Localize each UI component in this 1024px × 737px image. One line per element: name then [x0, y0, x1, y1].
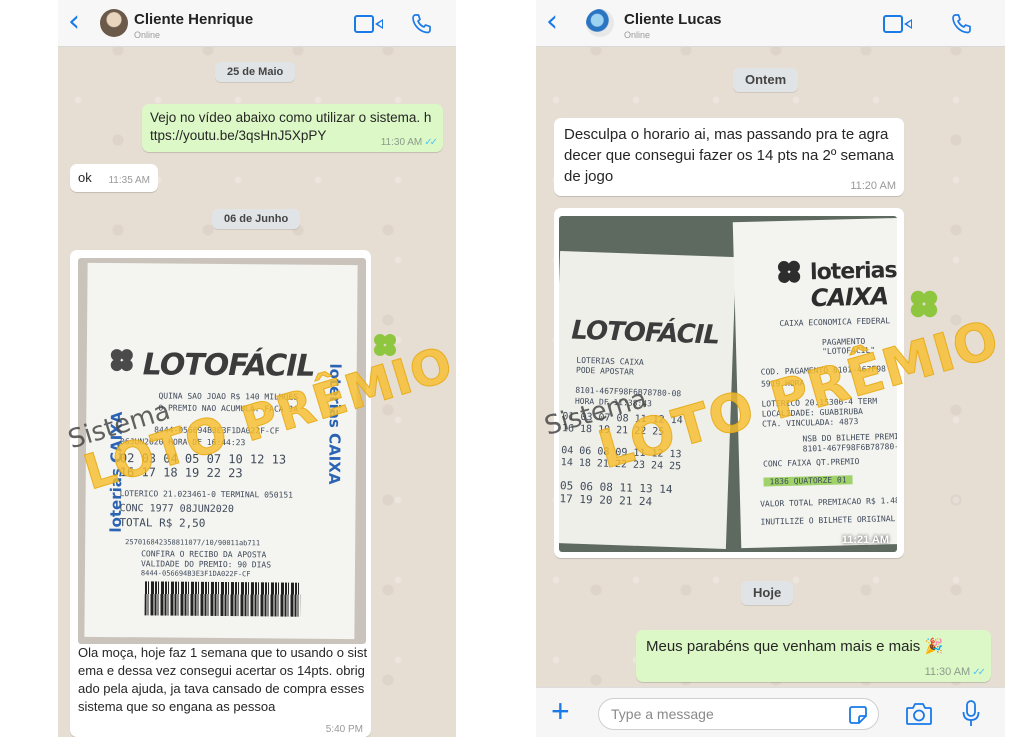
- ticket-photo[interactable]: LOTOFÁCIL LOTERIAS CAIXA PODE APOSTAR 81…: [559, 216, 897, 552]
- ticket-line: CTA. VINCULADA: 4873: [761, 417, 859, 429]
- ticket-line: 8101-467F98F6B78780-: [802, 442, 897, 454]
- ticket-line: "LOTOFACIL": [822, 345, 876, 356]
- ticket-numbers: 16 18 19 21 22 25: [561, 423, 665, 438]
- photo-time: 11:21 AM: [841, 534, 889, 546]
- lottery-ticket: LOTOFÁCIL loterias CAIXA loterias CAIXA …: [84, 262, 358, 640]
- date-separator: Hoje: [741, 581, 794, 605]
- ticket-line: 8444-056694B3E3F1DA022F-CF: [140, 569, 251, 579]
- message-incoming-photo[interactable]: LOTOFÁCIL LOTERIAS CAIXA PODE APOSTAR 81…: [554, 208, 904, 558]
- message-outgoing[interactable]: Vejo no vídeo abaixo como utilizar o sis…: [142, 104, 443, 152]
- phone-icon[interactable]: [950, 12, 974, 36]
- ticket-brand: loterias: [809, 258, 897, 286]
- ticket-line: CONFIRA O RECIBO DA APOSTA: [141, 549, 267, 560]
- ticket-line: CONC FAIXA QT.PREMIO: [762, 457, 860, 469]
- message-incoming[interactable]: ok 11:35 AM: [70, 164, 158, 192]
- message-incoming[interactable]: Desculpa o horario ai, mas passando pra …: [554, 118, 904, 196]
- clover-logo-icon: [777, 260, 801, 283]
- message-time: 11:20 AM: [850, 180, 896, 192]
- date-separator: 06 de Junho: [212, 209, 301, 229]
- chevron-left-icon[interactable]: ‹: [68, 7, 84, 37]
- message-time: 5:40 PM: [325, 724, 363, 735]
- lottery-ticket: loterias CAIXA CAIXA ECONOMICA FEDERAL P…: [732, 217, 897, 549]
- contact-status: Online: [624, 30, 651, 40]
- video-call-icon[interactable]: [354, 15, 384, 33]
- ticket-brand: LOTOFÁCIL: [570, 315, 720, 351]
- message-outgoing[interactable]: Meus parabéns que venham mais e mais 🎉 1…: [636, 630, 991, 682]
- message-time: 11:35 AM: [108, 175, 150, 186]
- barcode: [144, 581, 301, 617]
- video-call-icon[interactable]: [883, 15, 913, 33]
- ticket-numbers: 17 19 20 21 24: [559, 492, 653, 509]
- avatar[interactable]: [100, 9, 128, 37]
- message-text: Desculpa o horario ai, mas passando pra …: [564, 126, 894, 185]
- ticket-line: O PREMIO NAO ACUMULA. FACA JA: [158, 403, 299, 414]
- ticket-line: VALOR TOTAL PREMIACAO R$ 1.483,: [760, 495, 897, 509]
- ticket-line: 257016842358811077/10/90011ab711: [125, 538, 261, 548]
- chat-window-lucas: ‹ Cliente Lucas Online Ontem Desculpa o …: [536, 0, 1005, 737]
- ticket-line: VALIDADE DO PREMIO: 90 DIAS: [140, 559, 272, 570]
- clover-icon: [910, 290, 938, 318]
- ticket-brand: LOTOFÁCIL: [142, 347, 315, 384]
- ticket-numbers: 02 03 04 05 07 10 12 13: [119, 451, 287, 467]
- chat-header: ‹ Cliente Lucas Online: [536, 0, 1005, 47]
- ticket-highlight: 1836 QUATORZE 01: [763, 475, 853, 487]
- message-composer: +: [536, 687, 1005, 737]
- ticket-line: LOTERICO 21.023461-0 TERMINAL 050151: [119, 489, 294, 500]
- message-incoming-photo[interactable]: LOTOFÁCIL loterias CAIXA loterias CAIXA …: [70, 250, 371, 737]
- ticket-brand: CAIXA: [810, 282, 889, 313]
- contact-name[interactable]: Cliente Henrique: [134, 11, 253, 28]
- avatar[interactable]: [586, 9, 614, 37]
- ticket-line: COD. PAGAMENTO 8101-467F98: [760, 364, 887, 377]
- chat-header: ‹ Cliente Henrique Online: [58, 0, 456, 47]
- contact-name[interactable]: Cliente Lucas: [624, 11, 722, 28]
- camera-icon[interactable]: [905, 701, 933, 727]
- message-time: 11:30 AM ✓✓: [380, 137, 438, 148]
- date-separator: Ontem: [733, 68, 799, 92]
- message-text: Meus parabéns que venham mais e mais 🎉: [646, 638, 944, 655]
- ticket-line: TOTAL R$ 2,50: [119, 516, 206, 530]
- message-time: 11:30 AM ✓✓: [924, 666, 986, 678]
- chat-window-henrique: ‹ Cliente Henrique Online 25 de Maio Vej…: [58, 0, 456, 737]
- ticket-line: CONC 1977 08JUN2020: [119, 503, 234, 516]
- microphone-icon[interactable]: [961, 699, 981, 729]
- ticket-numbers: 16 17 18 19 22 23: [119, 465, 243, 481]
- ticket-line: 5919 HORA: [760, 378, 805, 389]
- ticket-line: PODE APOSTAR: [575, 365, 634, 377]
- ticket-side-brand: loterias CAIXA: [325, 363, 345, 485]
- ticket-line: HORA DF 11:38:43: [574, 396, 653, 409]
- ticket-line: QUINA SAO JOAO R$ 140 MILHOES: [158, 391, 299, 402]
- double-check-icon: ✓✓: [972, 667, 986, 678]
- phone-icon[interactable]: [410, 12, 434, 36]
- ticket-line: INUTILIZE O BILHETE ORIGINAL APOS: [760, 513, 897, 527]
- chevron-left-icon[interactable]: ‹: [546, 7, 562, 37]
- double-check-icon: ✓✓: [424, 137, 438, 148]
- sticker-icon[interactable]: [848, 705, 868, 725]
- contact-status: Online: [134, 30, 161, 40]
- ticket-line: 8444-056694B3E3F1DA022F-CF: [154, 425, 280, 436]
- date-separator: 25 de Maio: [215, 62, 296, 82]
- lottery-ticket: LOTOFÁCIL LOTERIAS CAIXA PODE APOSTAR 81…: [559, 251, 737, 549]
- clover-logo-icon: [110, 349, 133, 372]
- message-text: Ola moça, hoje faz 1 semana que to usand…: [78, 645, 368, 714]
- plus-icon[interactable]: +: [551, 695, 570, 727]
- ticket-photo[interactable]: LOTOFÁCIL loterias CAIXA loterias CAIXA …: [78, 258, 366, 644]
- ticket-line: 06JUN2020 HORA DF 16:44:23: [120, 437, 246, 448]
- clover-icon: [374, 334, 396, 356]
- message-input[interactable]: [598, 698, 879, 730]
- ticket-line: CAIXA ECONOMICA FEDERAL: [779, 316, 891, 329]
